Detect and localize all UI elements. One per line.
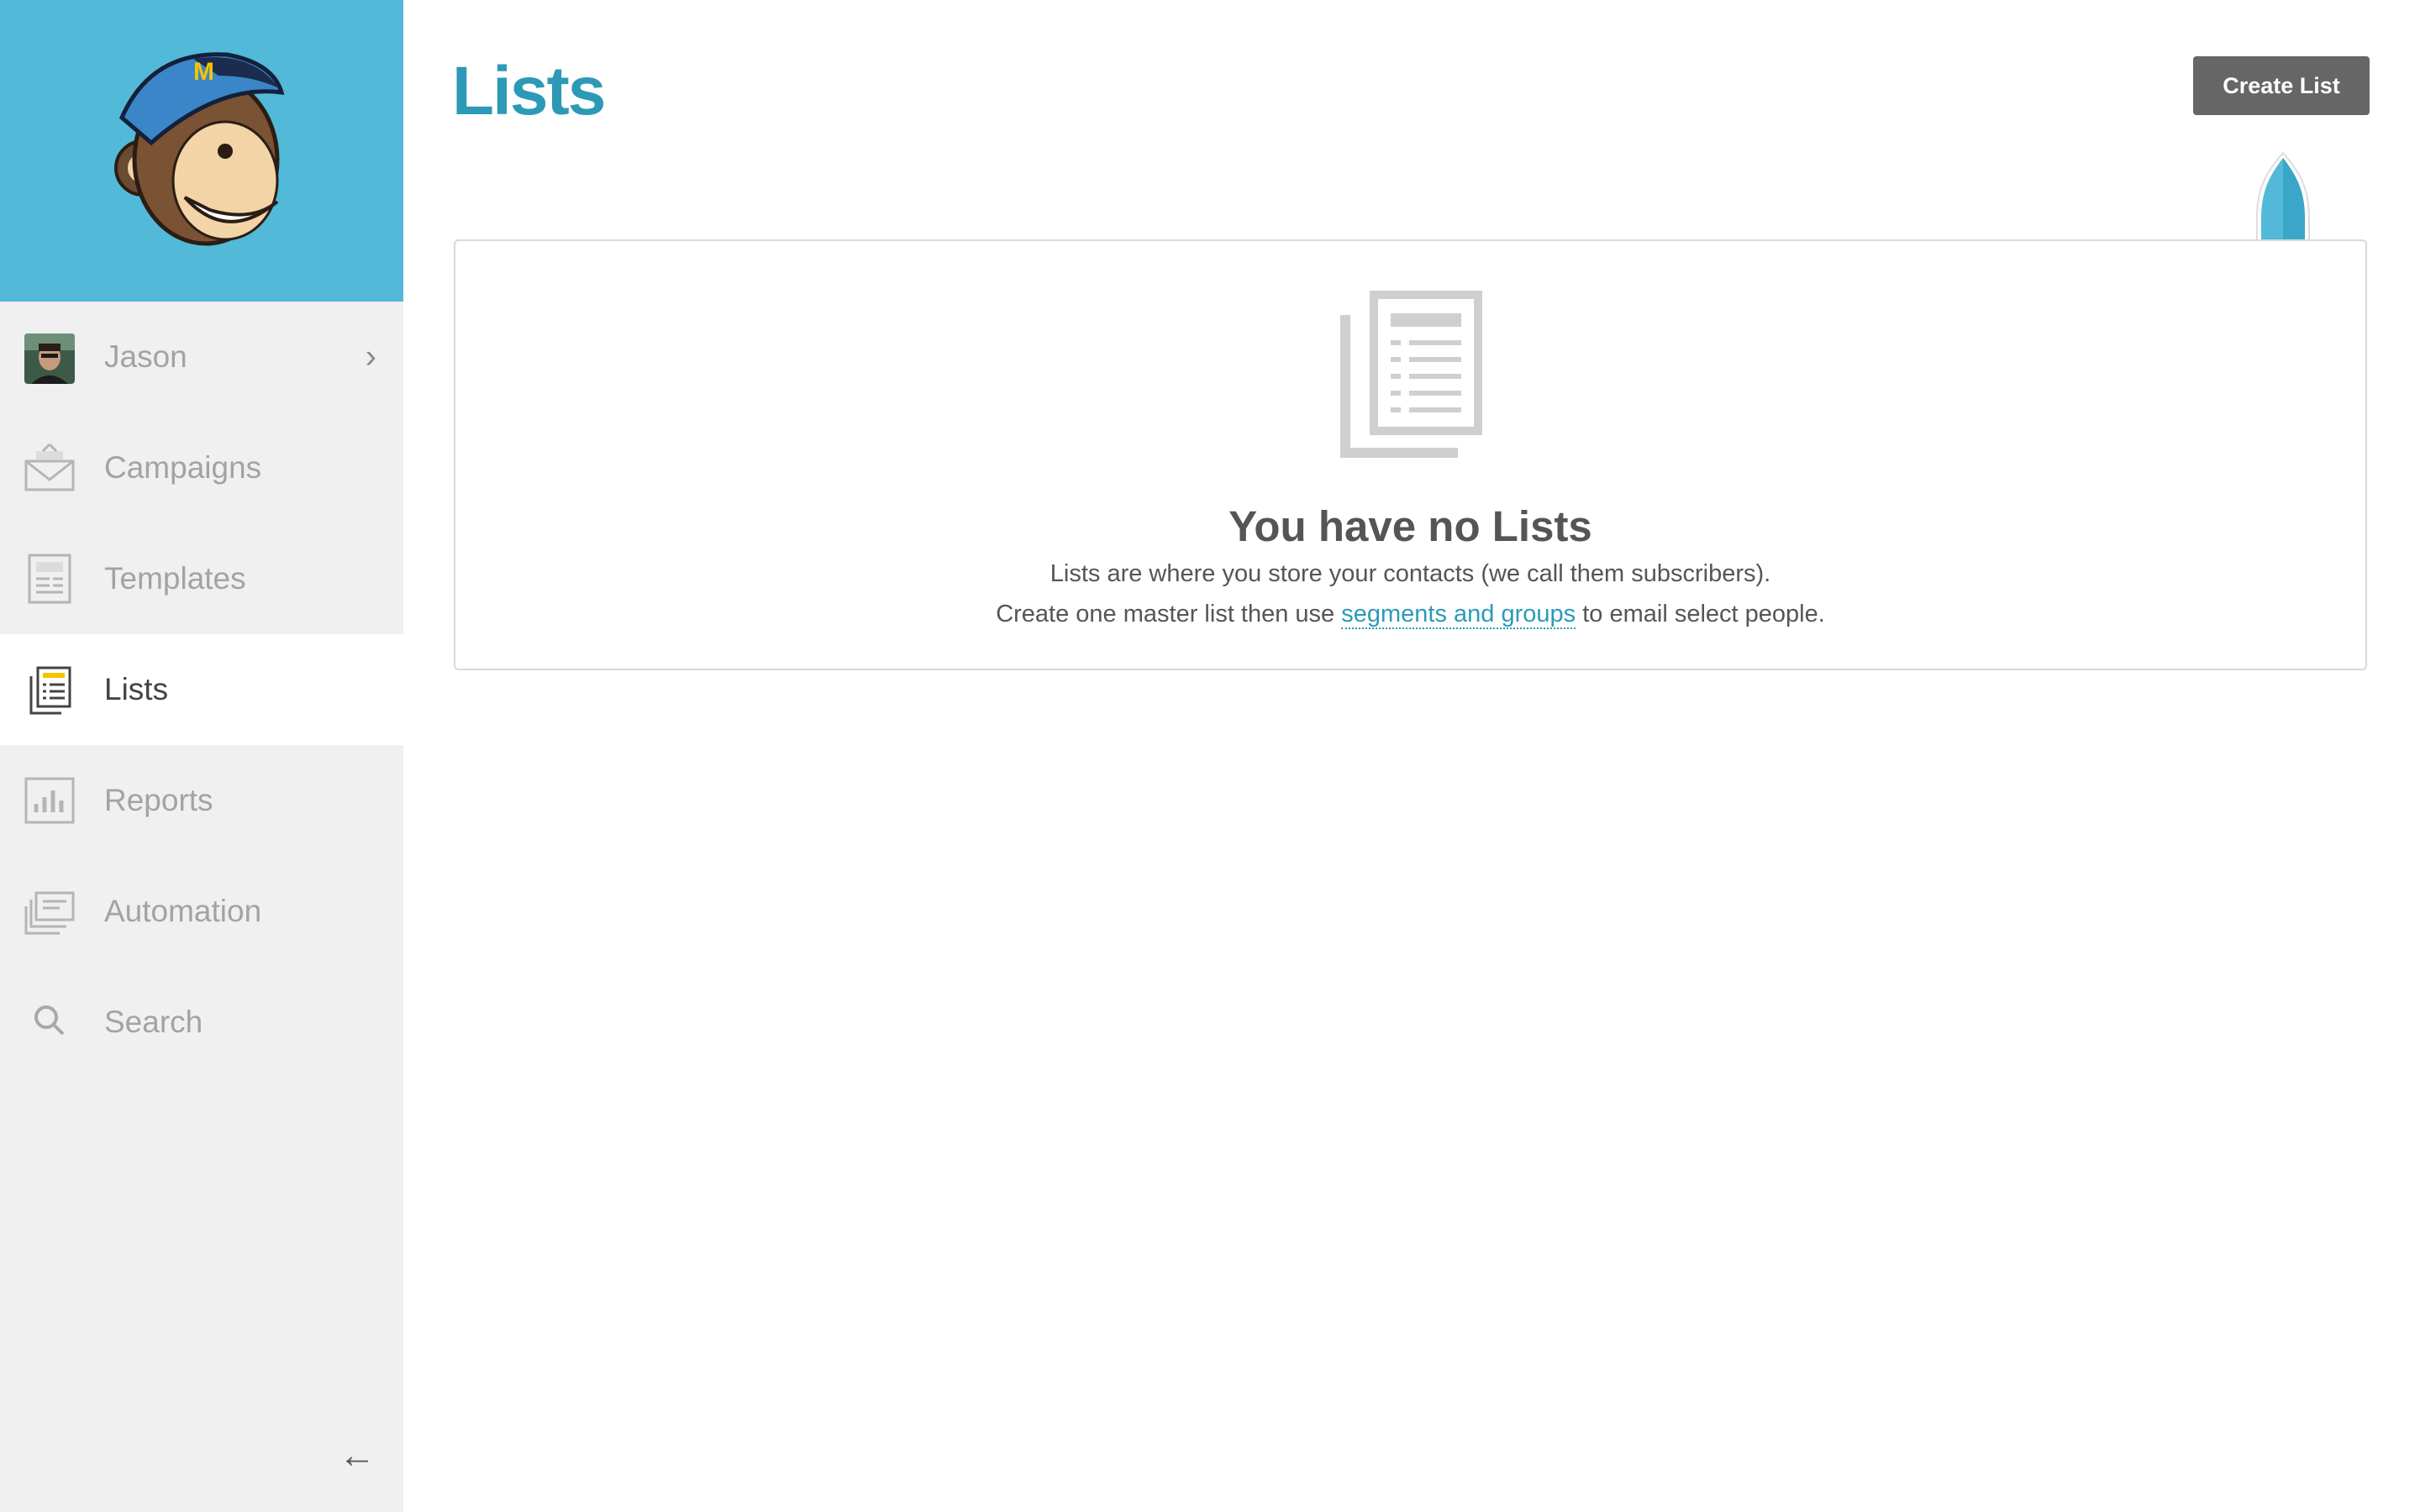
sidebar-item-automation[interactable]: Automation — [0, 856, 403, 967]
list-icon — [24, 664, 76, 716]
sidebar-item-label: Search — [104, 1005, 203, 1039]
chevron-right-icon: › — [365, 338, 376, 375]
sidebar-item-campaigns[interactable]: Campaigns — [0, 412, 403, 523]
sidebar-nav: Jason › Campaigns Templates Lists Report… — [0, 302, 403, 1078]
page-title: Lists — [452, 53, 606, 129]
sidebar-item-search[interactable]: Search — [0, 967, 403, 1078]
empty-state-description: Lists are where you store your contacts … — [1050, 560, 1771, 587]
svg-text:M: M — [193, 58, 214, 86]
avatar — [24, 333, 75, 384]
logo-area: M — [0, 0, 403, 302]
sidebar-item-label: Lists — [104, 672, 169, 706]
sidebar-item-label: Reports — [104, 783, 213, 817]
sidebar-item-reports[interactable]: Reports — [0, 745, 403, 856]
document-list-icon — [1340, 290, 1483, 462]
sidebar-item-user[interactable]: Jason › — [0, 302, 403, 412]
envelope-icon — [24, 442, 76, 494]
user-name: Jason — [104, 339, 187, 374]
sidebar: M Jason › Campaigns Templates Lists Repo… — [0, 0, 403, 1512]
empty-state-hint: Create one master list then use segments… — [455, 601, 2365, 629]
sidebar-item-label: Automation — [104, 894, 262, 928]
search-icon — [24, 996, 76, 1048]
empty-state-title: You have no Lists — [1228, 502, 1592, 550]
sidebar-item-label: Templates — [104, 561, 246, 596]
automation-icon — [24, 885, 76, 937]
freddie-logo: M — [114, 52, 285, 246]
segments-and-groups-link[interactable]: segments and groups — [1341, 601, 1576, 629]
create-list-button[interactable]: Create List — [2193, 56, 2370, 115]
bar-chart-icon — [24, 774, 76, 827]
hint-text-before: Create one master list then use — [996, 601, 1342, 627]
sidebar-item-templates[interactable]: Templates — [0, 523, 403, 634]
hint-text-after: to email select people. — [1576, 601, 1825, 627]
collapse-sidebar-button[interactable]: ← — [336, 1435, 378, 1477]
template-icon — [24, 553, 76, 605]
sidebar-item-label: Campaigns — [104, 450, 262, 485]
sidebar-item-lists[interactable]: Lists — [0, 634, 403, 745]
empty-state-panel: You have no Lists Lists are where you st… — [454, 239, 2367, 670]
